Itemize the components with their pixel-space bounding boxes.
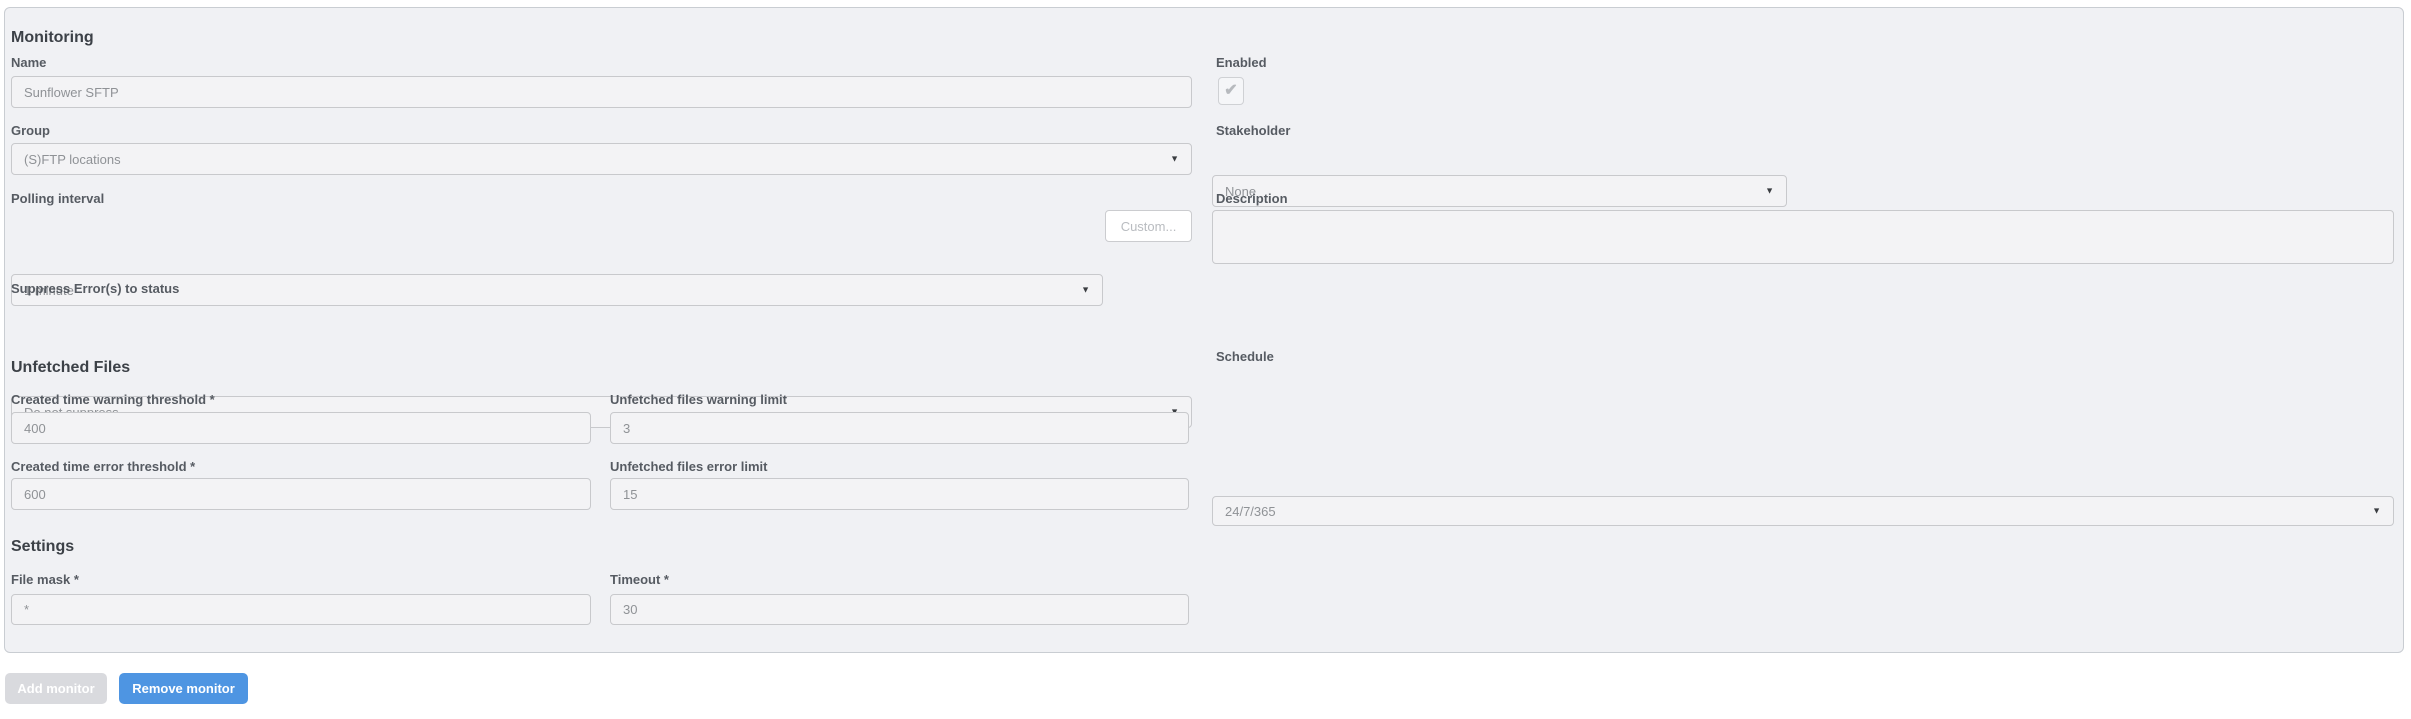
group-label: Group	[11, 123, 50, 138]
timeout-input[interactable]	[610, 594, 1189, 625]
chevron-down-icon: ▼	[1170, 153, 1179, 164]
chevron-down-icon: ▼	[1081, 284, 1090, 295]
enabled-checkbox[interactable]: ✔	[1218, 77, 1244, 105]
group-select-value: (S)FTP locations	[24, 151, 121, 167]
section-title-settings: Settings	[11, 538, 75, 555]
chevron-down-icon: ▼	[1765, 185, 1774, 196]
suppress-errors-label: Suppress Error(s) to status	[11, 281, 180, 296]
stakeholder-select[interactable]: None ▼	[1212, 175, 1787, 207]
remove-monitor-button[interactable]: Remove monitor	[119, 673, 248, 704]
created-time-warning-threshold-label: Created time warning threshold *	[11, 392, 215, 407]
timeout-label: Timeout *	[610, 572, 669, 587]
schedule-label: Schedule	[1216, 349, 1274, 364]
section-title-unfetched-files: Unfetched Files	[11, 359, 131, 376]
schedule-select[interactable]: 24/7/365 ▼	[1212, 496, 2394, 526]
polling-interval-label: Polling interval	[11, 191, 105, 206]
name-label: Name	[11, 55, 47, 70]
created-time-error-threshold-label: Created time error threshold *	[11, 459, 196, 474]
chevron-down-icon: ▼	[2372, 505, 2381, 516]
unfetched-files-warning-limit-input[interactable]	[610, 412, 1189, 444]
group-select[interactable]: (S)FTP locations ▼	[11, 143, 1192, 175]
unfetched-files-error-limit-input[interactable]	[610, 478, 1189, 510]
add-monitor-button[interactable]: Add monitor	[5, 673, 107, 704]
unfetched-files-error-limit-label: Unfetched files error limit	[610, 459, 768, 474]
file-mask-input[interactable]	[11, 594, 591, 625]
section-title-monitoring: Monitoring	[11, 29, 94, 46]
enabled-label: Enabled	[1216, 55, 1267, 70]
description-label: Description	[1216, 191, 1288, 206]
file-mask-label: File mask *	[11, 572, 79, 587]
stakeholder-label: Stakeholder	[1216, 123, 1291, 138]
created-time-error-threshold-input[interactable]	[11, 478, 591, 510]
created-time-warning-threshold-input[interactable]	[11, 412, 591, 444]
check-icon: ✔	[1224, 82, 1238, 99]
schedule-select-value: 24/7/365	[1225, 503, 1276, 519]
name-input[interactable]	[11, 76, 1192, 108]
unfetched-files-warning-limit-label: Unfetched files warning limit	[610, 392, 787, 407]
polling-custom-input[interactable]	[1105, 210, 1192, 242]
description-textarea[interactable]	[1212, 210, 2394, 264]
